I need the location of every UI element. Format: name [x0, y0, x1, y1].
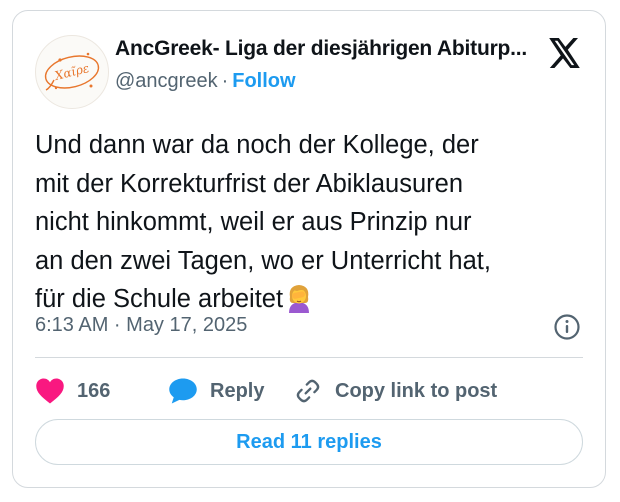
link-icon: [296, 379, 320, 403]
reply-button[interactable]: Reply: [168, 376, 264, 406]
read-replies-label: Read 11 replies: [236, 430, 382, 453]
copy-link-label: Copy link to post: [335, 379, 498, 402]
tweet-line: für die Schule arbeitet: [35, 285, 284, 313]
tweet-line: nicht hinkommt, weil er aus Prinzip nur: [35, 208, 472, 236]
reply-label: Reply: [210, 379, 265, 402]
info-icon[interactable]: [553, 313, 581, 341]
avatar[interactable]: Χαῖρε: [35, 35, 109, 109]
speech-bubble-icon: [169, 378, 197, 404]
woman-facepalming-emoji-icon: [285, 283, 313, 325]
heart-icon: [36, 378, 64, 404]
author-name[interactable]: AncGreek- Liga der diesjährigen Abiturp.…: [115, 37, 527, 61]
tweet-line: mit der Korrekturfrist der Abiklausuren: [35, 169, 463, 198]
x-logo-icon[interactable]: [545, 35, 581, 71]
like-count: 166: [77, 379, 111, 402]
like-button[interactable]: 166: [35, 376, 110, 406]
tweet-line: an den zwei Tagen, wo er Unterricht hat,: [35, 246, 491, 275]
separator-dot: ·: [221, 70, 229, 92]
avatar-text: Χαῖρε: [52, 61, 90, 83]
read-replies-button[interactable]: Read 11 replies: [35, 419, 583, 465]
divider: [35, 357, 583, 358]
timestamp[interactable]: 6:13 AM · May 17, 2025: [35, 314, 247, 337]
copy-link-button[interactable]: Copy link to post: [293, 376, 497, 406]
author-handle[interactable]: @ancgreek: [115, 70, 218, 92]
tweet-text: Und dann war da noch der Kollege, der mi…: [35, 126, 595, 325]
tweet-line: Und dann war da noch der Kollege, der: [35, 131, 479, 159]
tweet-card: Χαῖρε AncGreek- Liga der diesjährigen Ab…: [12, 10, 606, 488]
follow-button[interactable]: Follow: [232, 70, 295, 92]
handle-row: @ancgreek · Follow: [115, 70, 296, 93]
